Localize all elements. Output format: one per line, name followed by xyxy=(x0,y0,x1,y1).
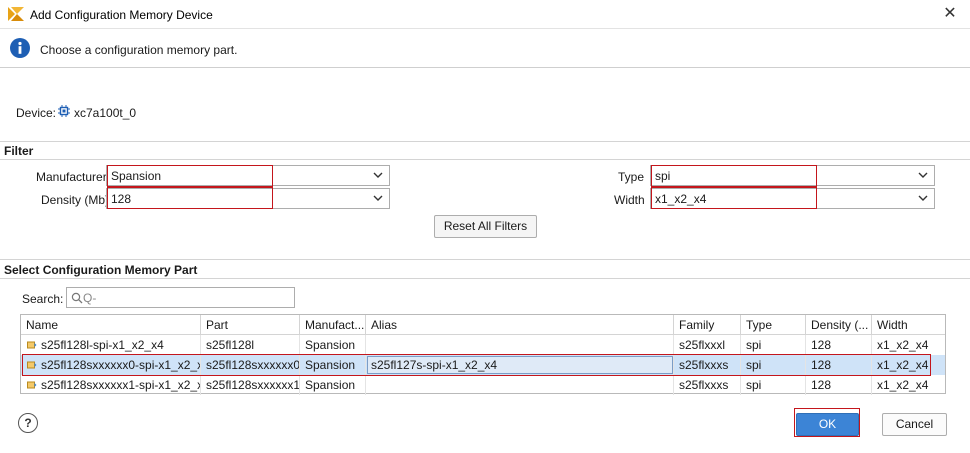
width-label: Width xyxy=(614,193,645,207)
select-divider-2 xyxy=(0,278,970,279)
manufacturer-combo[interactable]: Spansion xyxy=(106,165,390,186)
width-combo[interactable]: x1_x2_x4 xyxy=(650,188,935,209)
filter-section-title: Filter xyxy=(4,144,34,158)
search-icon xyxy=(71,292,83,304)
cell-name: s25fl128l-spi-x1_x2_x4 xyxy=(37,335,201,355)
search-input[interactable]: Q- xyxy=(66,287,295,308)
table-header: Name Part Manufact... Alias Family Type … xyxy=(21,315,945,335)
type-label: Type xyxy=(618,170,645,184)
cell-alias[interactable]: s25fl127s-spi-x1_x2_x4 xyxy=(366,355,674,375)
cell-part: s25fl128sxxxxxx0 xyxy=(201,355,300,375)
window-title: Add Configuration Memory Device xyxy=(30,8,213,22)
help-button[interactable]: ? xyxy=(18,413,38,433)
cell-manufacturer: Spansion xyxy=(300,335,366,355)
parts-table: Name Part Manufact... Alias Family Type … xyxy=(20,314,946,395)
info-banner: Choose a configuration memory part. xyxy=(0,29,970,67)
banner-message: Choose a configuration memory part. xyxy=(40,43,238,57)
table-row-selected[interactable]: s25fl128sxxxxxx0-spi-x1_x2_x4 s25fl128sx… xyxy=(21,355,945,375)
cell-manufacturer: Spansion xyxy=(300,355,366,375)
cell-family: s25flxxxl xyxy=(674,335,741,355)
select-section-title: Select Configuration Memory Part xyxy=(4,263,198,277)
column-header-name[interactable]: Name xyxy=(21,315,201,335)
type-value: spi xyxy=(655,169,671,183)
cell-type: spi xyxy=(741,355,806,375)
chip-icon xyxy=(58,105,70,117)
column-header-manufacturer[interactable]: Manufact... xyxy=(300,315,366,335)
cell-density: 128 xyxy=(806,335,872,355)
chevron-down-icon[interactable] xyxy=(373,194,383,202)
cell-width: x1_x2_x4 xyxy=(877,338,929,352)
column-header-part[interactable]: Part xyxy=(201,315,300,335)
cell-alias xyxy=(366,335,674,355)
cancel-button[interactable]: Cancel xyxy=(882,413,947,436)
cell-part: s25fl128sxxxxxx1 xyxy=(201,375,300,395)
device-label: Device: xyxy=(16,106,57,120)
help-icon[interactable]: ? xyxy=(24,416,31,430)
cell-alias xyxy=(366,375,674,395)
table-row[interactable]: s25fl128l-spi-x1_x2_x4 s25fl128l Spansio… xyxy=(21,335,945,355)
memory-part-icon xyxy=(27,361,37,369)
cell-name: s25fl128sxxxxxx0-spi-x1_x2_x4 xyxy=(37,355,201,375)
title-bar: Add Configuration Memory Device ✕ xyxy=(0,0,970,29)
type-combo[interactable]: spi xyxy=(650,165,935,186)
select-divider xyxy=(0,259,970,260)
ok-button[interactable]: OK xyxy=(796,413,859,436)
cell-density: 128 xyxy=(806,355,872,375)
search-placeholder: Q- xyxy=(83,291,97,305)
cell-width: x1_x2_x4 xyxy=(877,358,929,372)
column-header-density[interactable]: Density (... xyxy=(806,315,872,335)
manufacturer-label: Manufacturer xyxy=(36,170,107,184)
chevron-down-icon[interactable] xyxy=(373,171,383,179)
manufacturer-value: Spansion xyxy=(111,169,162,183)
density-combo[interactable]: 128 xyxy=(106,188,390,209)
column-header-family[interactable]: Family xyxy=(674,315,741,335)
cell-part: s25fl128l xyxy=(201,335,300,355)
reset-all-filters-button[interactable]: Reset All Filters xyxy=(434,215,537,238)
memory-part-icon xyxy=(27,341,37,349)
column-header-width[interactable]: Width xyxy=(872,315,945,335)
filter-divider xyxy=(0,141,970,142)
table-row[interactable]: s25fl128sxxxxxx1-spi-x1_x2_x4 s25fl128sx… xyxy=(21,375,945,395)
column-header-type[interactable]: Type xyxy=(741,315,806,335)
info-icon xyxy=(10,38,30,58)
cell-family: s25flxxxs xyxy=(674,375,741,395)
cell-density: 128 xyxy=(806,375,872,395)
density-value: 128 xyxy=(111,192,132,206)
memory-part-icon xyxy=(27,381,37,389)
close-icon[interactable]: ✕ xyxy=(943,5,956,22)
density-label: Density (Mb) xyxy=(41,193,110,207)
width-value: x1_x2_x4 xyxy=(655,192,707,206)
chevron-down-icon[interactable] xyxy=(918,194,928,202)
cell-manufacturer: Spansion xyxy=(300,375,366,395)
close-button[interactable]: ✕ xyxy=(938,3,962,25)
cell-family: s25flxxxs xyxy=(674,355,741,375)
chevron-down-icon[interactable] xyxy=(918,171,928,179)
device-value: xc7a100t_0 xyxy=(74,106,137,120)
cell-name: s25fl128sxxxxxx1-spi-x1_x2_x4 xyxy=(37,375,201,395)
cell-width: x1_x2_x4 xyxy=(877,378,929,392)
banner-divider xyxy=(0,67,970,68)
cell-type: spi xyxy=(741,335,806,355)
search-label: Search: xyxy=(22,292,64,306)
column-header-alias[interactable]: Alias xyxy=(366,315,674,335)
filter-divider-2 xyxy=(0,159,970,160)
cell-type: spi xyxy=(741,375,806,395)
vivado-logo-icon xyxy=(8,7,24,21)
